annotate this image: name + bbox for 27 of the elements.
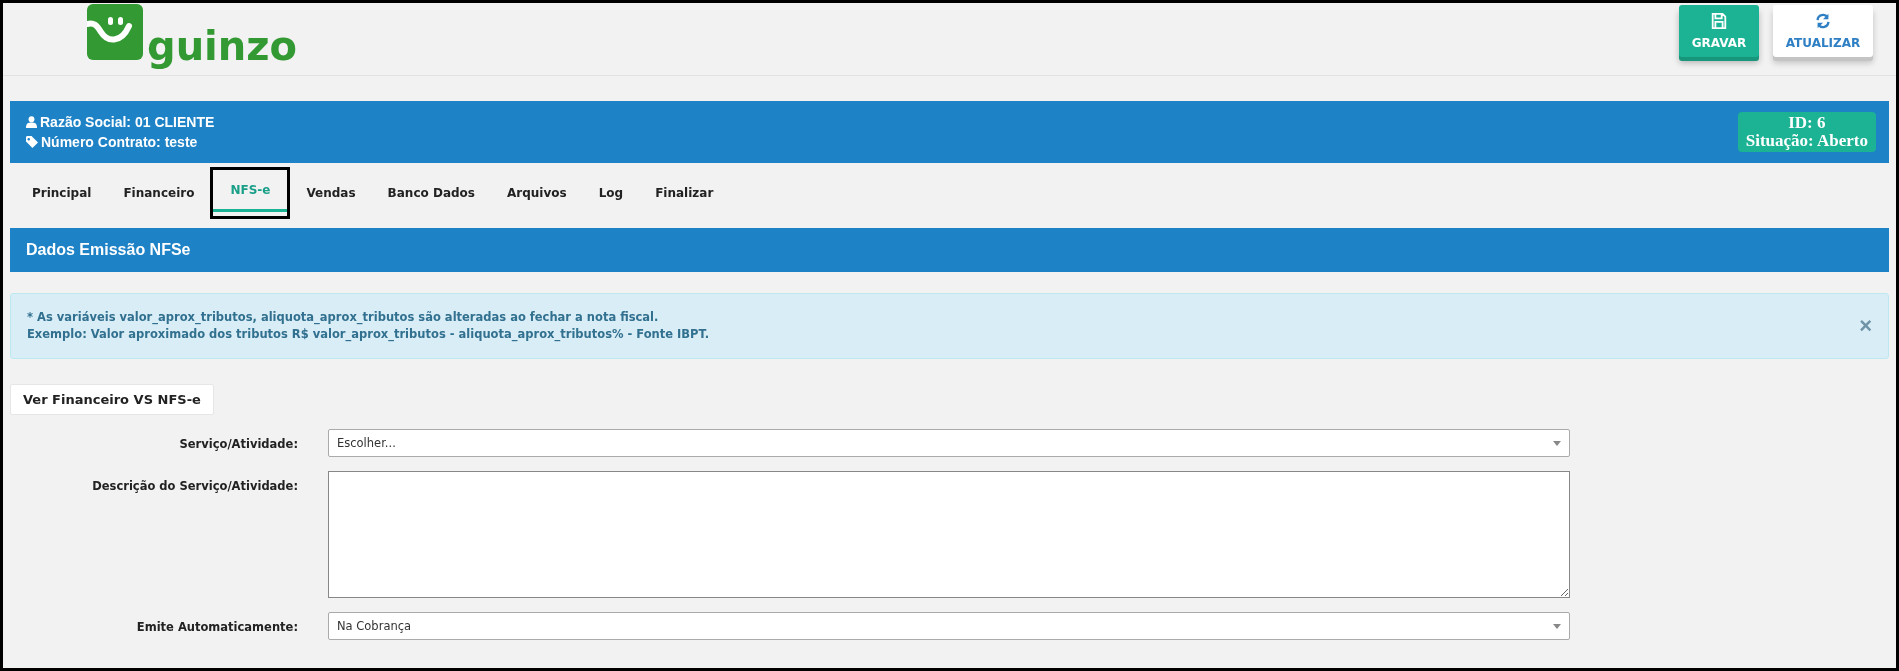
- field-label: Descrição do Serviço/Atividade:: [91, 478, 298, 493]
- select-field[interactable]: Escolher...: [328, 429, 1570, 457]
- smiley-logo-icon: [87, 4, 143, 60]
- field-label: Serviço/Atividade:: [178, 436, 298, 451]
- field-label: Emite Automaticamente:: [135, 619, 298, 634]
- alert-text: Exemplo: Valor aproximado dos tributos R$ valor_aprox_tributos - aliquota_aprox_tributos% - Fonte IBPT.: [27, 326, 709, 343]
- caret-icon: [1553, 623, 1561, 629]
- tag-icon: [26, 136, 38, 148]
- user-icon: [26, 116, 37, 128]
- view-financial-button[interactable]: Ver Financeiro VS NFS-e: [10, 384, 214, 415]
- contract-number-text: Número Contrato: teste: [41, 134, 198, 150]
- tab[interactable]: Principal: [16, 167, 108, 219]
- tab[interactable]: Arquivos: [490, 167, 583, 219]
- company-name-text: Razão Social: 01 CLIENTE: [40, 114, 215, 130]
- caret-icon: [1553, 440, 1561, 446]
- select-field[interactable]: Na Cobrança: [328, 612, 1570, 640]
- section-title: Dados Emissão NFSe: [26, 241, 191, 259]
- refresh-icon: [1814, 12, 1832, 30]
- status-text: Situação: Aberto: [1745, 132, 1868, 150]
- alert-text: * As variáveis valor_aprox_tributos, aliquota_aprox_tributos são alteradas ao fechar a nota fiscal.: [27, 309, 660, 326]
- tab[interactable]: Banco Dados: [371, 167, 491, 219]
- tab[interactable]: Vendas: [290, 167, 372, 219]
- tab[interactable]: Log: [582, 167, 640, 219]
- description-input-field[interactable]: [328, 471, 1570, 598]
- tab[interactable]: Finalizar: [639, 167, 730, 219]
- tab[interactable]: Financeiro: [107, 167, 211, 219]
- id-text: ID: 6: [1788, 114, 1826, 132]
